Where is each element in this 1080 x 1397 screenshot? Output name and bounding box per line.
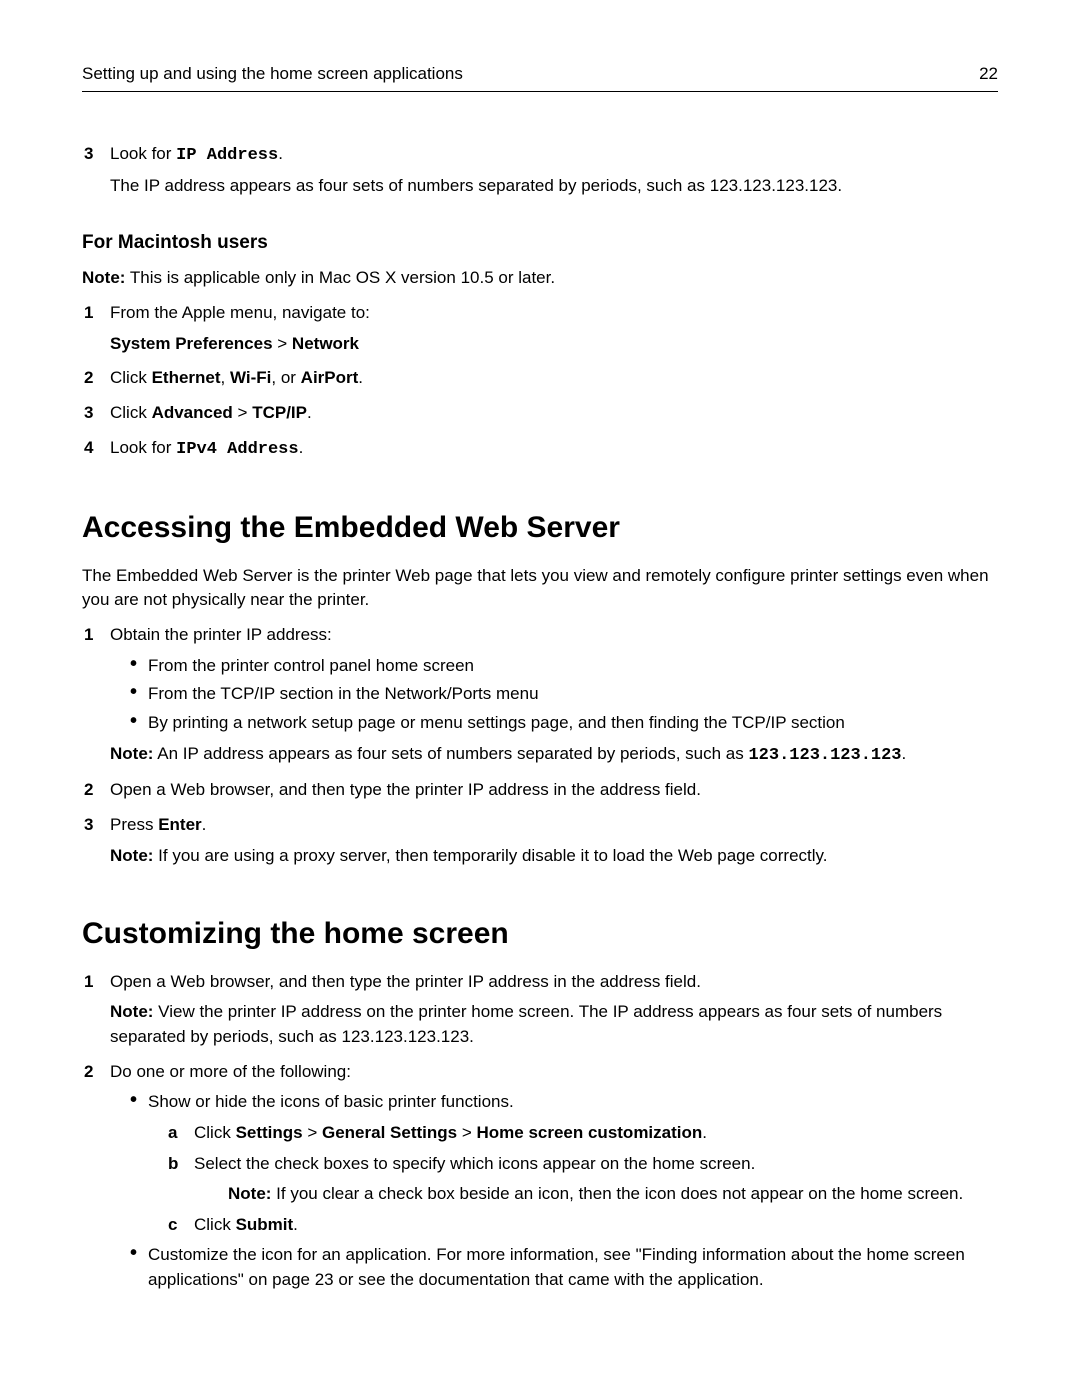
ews-intro: The Embedded Web Server is the printer W…: [82, 564, 998, 613]
step-marker: 3: [84, 401, 93, 426]
ews-steps: 1 Obtain the printer IP address: From th…: [82, 623, 998, 868]
step-text: Do one or more of the following:: [110, 1062, 351, 1081]
note-paragraph: Note: If you are using a proxy server, t…: [110, 844, 998, 869]
ews-step-2: 2 Open a Web browser, and then type the …: [82, 778, 998, 803]
section-heading-macintosh: For Macintosh users: [82, 229, 998, 257]
step-marker: b: [168, 1152, 178, 1177]
step-text: From the Apple menu, navigate to:: [110, 303, 370, 322]
note-label: Note:: [228, 1184, 271, 1203]
step-marker: 4: [84, 436, 93, 461]
alpha-list: a Click Settings > General Settings > Ho…: [168, 1121, 998, 1238]
code-text: IP Address: [176, 146, 278, 165]
list-item: Show or hide the icons of basic printer …: [130, 1090, 998, 1237]
list-item: From the printer control panel home scre…: [130, 654, 998, 679]
continued-step-list: 3 Look for IP Address. The IP address ap…: [82, 142, 998, 199]
path: System Preferences > Network: [110, 332, 998, 357]
code-text: IPv4 Address: [176, 440, 298, 459]
step-text: Open a Web browser, and then type the pr…: [110, 972, 701, 991]
customize-step-1: 1 Open a Web browser, and then type the …: [82, 970, 998, 1050]
note-paragraph: Note: This is applicable only in Mac OS …: [82, 266, 998, 291]
bullet-list: Show or hide the icons of basic printer …: [130, 1090, 998, 1292]
list-item: From the TCP/IP section in the Network/P…: [130, 682, 998, 707]
step-description: The IP address appears as four sets of n…: [110, 174, 998, 199]
note-paragraph: Note: An IP address appears as four sets…: [110, 742, 998, 769]
note-label: Note:: [110, 1002, 153, 1021]
step-marker: 1: [84, 301, 93, 326]
step-marker: c: [168, 1213, 177, 1238]
note-text: This is applicable only in Mac OS X vers…: [125, 268, 555, 287]
sub-step-c: c Click Submit.: [168, 1213, 998, 1238]
ews-step-1: 1 Obtain the printer IP address: From th…: [82, 623, 998, 768]
mac-step-2: 2 Click Ethernet, Wi-Fi, or AirPort.: [82, 366, 998, 391]
step-text: Press Enter.: [110, 815, 206, 834]
page-header: Setting up and using the home screen app…: [82, 62, 998, 92]
step-text: Obtain the printer IP address:: [110, 625, 332, 644]
mac-step-4: 4 Look for IPv4 Address.: [82, 436, 998, 463]
step-marker: 1: [84, 970, 93, 995]
step-marker: 2: [84, 366, 93, 391]
step-marker: 1: [84, 623, 93, 648]
note-label: Note:: [110, 744, 153, 763]
step-marker: 3: [84, 142, 93, 167]
mac-step-3: 3 Click Advanced > TCP/IP.: [82, 401, 998, 426]
sub-step-b: b Select the check boxes to specify whic…: [168, 1152, 998, 1207]
note-paragraph: Note: If you clear a check box beside an…: [228, 1182, 998, 1207]
header-title: Setting up and using the home screen app…: [82, 62, 463, 87]
mac-step-1: 1 From the Apple menu, navigate to: Syst…: [82, 301, 998, 356]
step-text: Click Settings > General Settings > Home…: [194, 1123, 707, 1142]
customize-steps: 1 Open a Web browser, and then type the …: [82, 970, 998, 1293]
note-label: Note:: [110, 846, 153, 865]
customize-step-2: 2 Do one or more of the following: Show …: [82, 1060, 998, 1293]
step-marker: 2: [84, 1060, 93, 1085]
step-3: 3 Look for IP Address. The IP address ap…: [82, 142, 998, 199]
step-text: Look for IPv4 Address.: [110, 438, 303, 457]
step-text: Click Ethernet, Wi-Fi, or AirPort.: [110, 368, 363, 387]
ews-step-3: 3 Press Enter. Note: If you are using a …: [82, 813, 998, 868]
step-text: Open a Web browser, and then type the pr…: [110, 780, 701, 799]
page-number: 22: [979, 62, 998, 87]
list-item: Customize the icon for an application. F…: [130, 1243, 998, 1292]
section-heading-ews: Accessing the Embedded Web Server: [82, 506, 998, 550]
step-text: Select the check boxes to specify which …: [194, 1154, 755, 1173]
section-heading-customize: Customizing the home screen: [82, 912, 998, 956]
step-text: Click Submit.: [194, 1215, 298, 1234]
note-paragraph: Note: View the printer IP address on the…: [110, 1000, 998, 1049]
mac-steps: 1 From the Apple menu, navigate to: Syst…: [82, 301, 998, 462]
step-marker: a: [168, 1121, 177, 1146]
step-marker: 2: [84, 778, 93, 803]
list-item: By printing a network setup page or menu…: [130, 711, 998, 736]
sub-step-a: a Click Settings > General Settings > Ho…: [168, 1121, 998, 1146]
step-marker: 3: [84, 813, 93, 838]
step-text: Click Advanced > TCP/IP.: [110, 403, 312, 422]
note-label: Note:: [82, 268, 125, 287]
code-text: 123.123.123.123: [748, 746, 901, 765]
bullet-list: From the printer control panel home scre…: [130, 654, 998, 736]
step-text: Look for IP Address.: [110, 144, 283, 163]
